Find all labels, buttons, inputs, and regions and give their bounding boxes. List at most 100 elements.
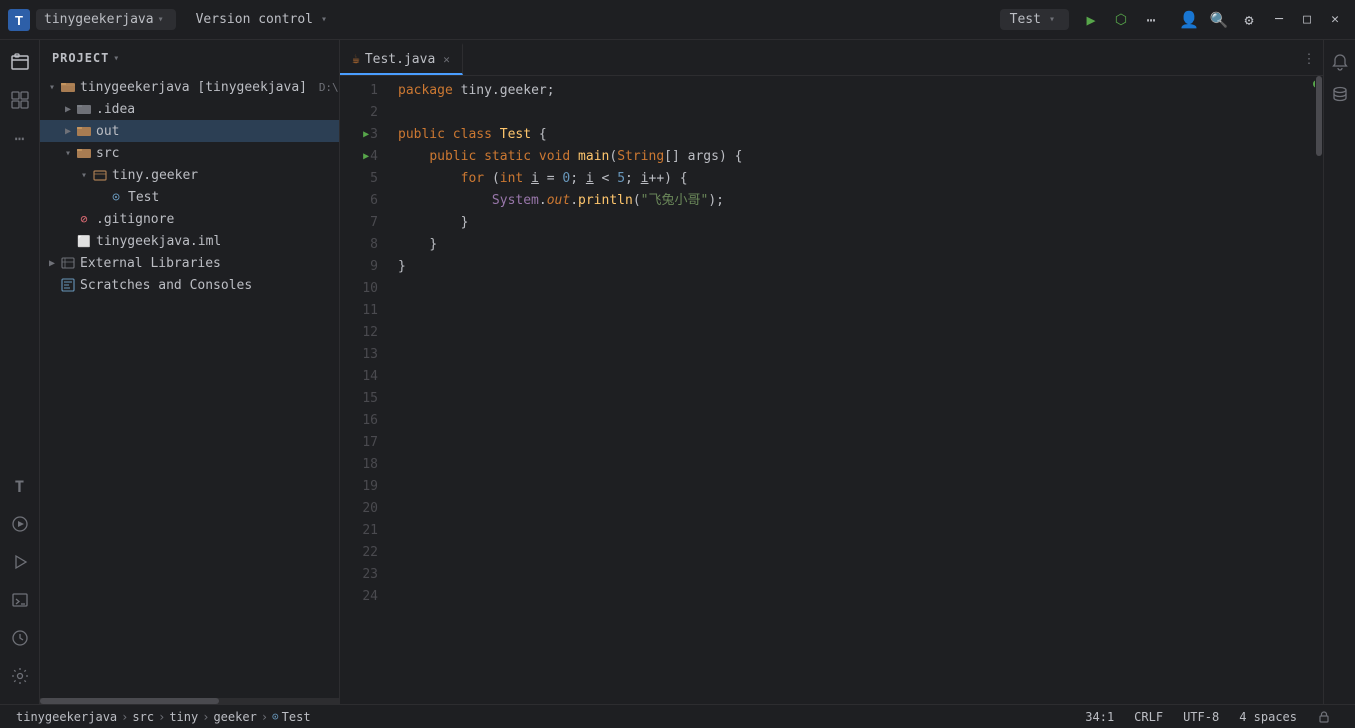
ln-4: ▶4 [340, 146, 378, 168]
tree-item-src[interactable]: ▾ src [40, 142, 339, 164]
debug-button[interactable]: ⬡ [1107, 6, 1135, 34]
code-line-11 [398, 300, 1303, 322]
ln-2: 2 [340, 102, 378, 124]
tree-item-ext-lib[interactable]: ▶ External Libraries [40, 252, 339, 274]
tree-label-ext-lib: External Libraries [80, 256, 221, 271]
sidebar-header: Project ▾ [40, 40, 339, 76]
activity-plugins-icon[interactable] [2, 82, 38, 118]
code-line-10 [398, 278, 1303, 300]
indent-setting[interactable]: 4 spaces [1235, 710, 1301, 724]
tree-item-root[interactable]: ▾ tinygeekerjava [tinygeekjava] D:\tinyg… [40, 76, 339, 98]
package-icon [92, 167, 108, 183]
titlebar: T tinygeekerjava ▾ Version control ▾ Tes… [0, 0, 1355, 40]
line-ending[interactable]: CRLF [1130, 710, 1167, 724]
minimize-button[interactable]: ─ [1267, 8, 1291, 32]
more-button[interactable]: ⋯ [1137, 6, 1165, 34]
tree-label-iml: tinygeekjava.iml [96, 234, 221, 249]
tab-java-icon: ☕ [352, 52, 360, 67]
tree-arrow-package: ▾ [76, 167, 92, 183]
code-line-17 [398, 432, 1303, 454]
sidebar-content[interactable]: ▾ tinygeekerjava [tinygeekjava] D:\tinyg… [40, 76, 339, 698]
encoding[interactable]: UTF-8 [1179, 710, 1223, 724]
activity-t-icon[interactable]: T [2, 468, 38, 504]
vertical-scrollbar[interactable] [1315, 76, 1323, 704]
search-icon[interactable]: 🔍 [1205, 6, 1233, 34]
maximize-button[interactable]: □ [1295, 8, 1319, 32]
tree-item-package[interactable]: ▾ tiny.geeker [40, 164, 339, 186]
tree-item-scratches[interactable]: Scratches and Consoles [40, 274, 339, 296]
tree-label-test: Test [128, 190, 159, 205]
breadcrumb-geeker: geeker [213, 710, 256, 724]
ext-lib-icon [60, 255, 76, 271]
cursor-position[interactable]: 34:1 [1081, 710, 1118, 724]
status-bar: tinygeekerjava › src › tiny › geeker › ⊙… [0, 704, 1355, 728]
code-line-13 [398, 344, 1303, 366]
run-config-arrow: ▾ [1049, 14, 1055, 25]
tree-item-idea[interactable]: ▶ .idea [40, 98, 339, 120]
tab-test-java[interactable]: ☕ Test.java ✕ [340, 43, 463, 75]
activity-project-icon[interactable] [2, 44, 38, 80]
sidebar-title: Project [52, 51, 109, 65]
code-line-5: for (int i = 0; i < 5; i++) { [398, 168, 1303, 190]
run-button[interactable]: ▶ [1077, 6, 1105, 34]
activity-learn-icon[interactable] [2, 506, 38, 542]
root-folder-icon [60, 79, 76, 95]
version-control-menu[interactable]: Version control ▾ [188, 9, 339, 30]
breadcrumb-sep-1: › [121, 710, 128, 724]
activity-terminal-icon[interactable] [2, 582, 38, 618]
scratches-icon [60, 277, 76, 293]
scrollbar-thumb[interactable] [1316, 76, 1322, 156]
ln-20: 20 [340, 498, 378, 520]
activity-history-icon[interactable] [2, 620, 38, 656]
code-line-4: public static void main(String[] args) { [398, 146, 1303, 168]
breadcrumb: tinygeekerjava › src › tiny › geeker › ⊙… [16, 710, 311, 724]
settings-icon[interactable]: ⚙ [1235, 6, 1263, 34]
ln-12: 12 [340, 322, 378, 344]
activity-settings-icon[interactable] [2, 658, 38, 694]
code-line-18 [398, 454, 1303, 476]
ln-16: 16 [340, 410, 378, 432]
activity-bottom-icons: T [2, 468, 38, 704]
run-config-selector[interactable]: Test ▾ [1000, 9, 1069, 30]
project-selector[interactable]: tinygeekerjava ▾ [36, 9, 176, 30]
tree-item-out[interactable]: ▶ out [40, 120, 339, 142]
close-button[interactable]: ✕ [1323, 8, 1347, 32]
indent-text: 4 spaces [1239, 710, 1297, 724]
sidebar: Project ▾ ▾ tinygeekerjava [tinygeekjava… [40, 40, 340, 704]
database-icon[interactable] [1326, 80, 1354, 108]
tab-close-button[interactable]: ✕ [443, 53, 450, 66]
tree-item-gitignore[interactable]: ⊘ .gitignore [40, 208, 339, 230]
activity-play-icon[interactable] [2, 544, 38, 580]
cursor-position-text: 34:1 [1085, 710, 1114, 724]
code-line-24 [398, 586, 1303, 608]
code-line-8: } [398, 234, 1303, 256]
breadcrumb-src: src [132, 710, 154, 724]
gitignore-icon: ⊘ [76, 211, 92, 227]
tree-label-root: tinygeekerjava [tinygeekjava] D:\tinyge.… [80, 80, 339, 95]
version-control-arrow: ▾ [321, 14, 327, 25]
ln-3: ▶3 [340, 124, 378, 146]
tree-item-iml[interactable]: ⬜ tinygeekjava.iml [40, 230, 339, 252]
encoding-text: UTF-8 [1183, 710, 1219, 724]
activity-more-icon[interactable]: ⋯ [2, 120, 38, 156]
line-ending-text: CRLF [1134, 710, 1163, 724]
notifications-icon[interactable] [1326, 48, 1354, 76]
readonly-lock-icon[interactable] [1313, 710, 1335, 724]
tree-label-scratches: Scratches and Consoles [80, 278, 252, 293]
ln-21: 21 [340, 520, 378, 542]
code-line-16 [398, 410, 1303, 432]
code-line-7: } [398, 212, 1303, 234]
project-label: tinygeekerjava [44, 12, 154, 27]
code-line-2 [398, 102, 1303, 124]
code-line-19 [398, 476, 1303, 498]
sidebar-arrow: ▾ [113, 53, 120, 64]
code-line-9: } [398, 256, 1303, 278]
code-editor[interactable]: package tiny.geeker; public class Test {… [390, 76, 1311, 704]
tree-item-test[interactable]: ⊙ Test [40, 186, 339, 208]
code-line-12 [398, 322, 1303, 344]
tab-more-button[interactable]: ⋮ [1295, 43, 1323, 75]
code-line-21 [398, 520, 1303, 542]
user-icon[interactable]: 👤 [1175, 6, 1203, 34]
code-line-1: package tiny.geeker; [398, 80, 1303, 102]
breadcrumb-test: ⊙ Test [272, 710, 311, 724]
